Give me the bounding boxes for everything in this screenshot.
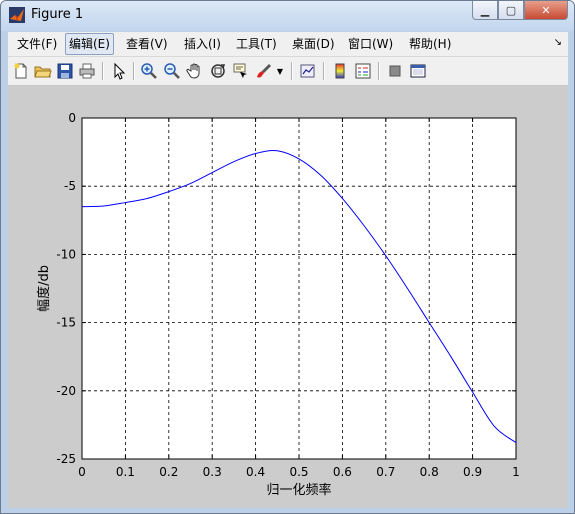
close-button[interactable]: ✕ bbox=[524, 1, 568, 20]
show-plot-tools-icon bbox=[410, 64, 426, 78]
save-button[interactable] bbox=[55, 61, 75, 81]
menu-overflow-icon[interactable]: ↘ bbox=[554, 37, 562, 48]
x-tick-label: 1 bbox=[512, 465, 520, 479]
x-tick-label: 0.7 bbox=[376, 465, 395, 479]
menu-desktop[interactable]: 桌面(D) bbox=[289, 35, 338, 53]
x-tick-label: 0.1 bbox=[116, 465, 135, 479]
link-plot-button[interactable] bbox=[298, 61, 318, 81]
zoom-in-button[interactable] bbox=[139, 61, 159, 81]
rotate-3d-icon bbox=[211, 64, 226, 78]
open-folder-icon bbox=[34, 66, 52, 78]
toolbar-separator bbox=[133, 62, 135, 80]
matlab-logo-icon bbox=[9, 7, 25, 23]
brush-button[interactable] bbox=[254, 61, 274, 81]
data-cursor-button[interactable] bbox=[231, 61, 251, 81]
toolbar-separator bbox=[102, 62, 104, 80]
line-chart[interactable]: 0 0.1 0.2 0.3 0.4 0.5 0.6 0.7 0.8 0.9 1 0 -5 -10 -15 -2… bbox=[8, 86, 568, 508]
zoom-in-icon bbox=[141, 63, 157, 79]
print-button[interactable] bbox=[77, 61, 97, 81]
new-file-button[interactable] bbox=[11, 61, 31, 81]
menu-view[interactable]: 查看(V) bbox=[123, 35, 171, 53]
zoom-out-button[interactable] bbox=[162, 61, 182, 81]
minimize-button[interactable]: ▁ bbox=[472, 1, 498, 20]
colorbar-button[interactable] bbox=[330, 61, 350, 81]
colorbar-icon bbox=[335, 63, 345, 79]
menu-insert[interactable]: 插入(I) bbox=[181, 35, 224, 53]
hide-plot-tools-icon bbox=[389, 65, 401, 77]
toolbar-separator bbox=[291, 62, 293, 80]
x-tick-label: 0.8 bbox=[420, 465, 439, 479]
maximize-icon: ▢ bbox=[505, 3, 517, 17]
y-tick-label: 0 bbox=[68, 111, 76, 125]
pointer-button[interactable] bbox=[109, 61, 129, 81]
x-tick-label: 0.5 bbox=[289, 465, 308, 479]
print-icon bbox=[79, 63, 95, 79]
new-file-icon bbox=[14, 63, 27, 79]
pan-button[interactable] bbox=[185, 61, 205, 81]
menu-window[interactable]: 窗口(W) bbox=[345, 35, 396, 53]
toolbar: ▼ bbox=[8, 57, 568, 86]
chevron-down-icon: ▼ bbox=[276, 66, 284, 76]
toolbar-separator bbox=[323, 62, 325, 80]
menu-help[interactable]: 帮助(H) bbox=[406, 35, 454, 53]
figure-window: Figure 1 ▁ ▢ ✕ 文件(F) 编辑(E) 查看(V) 插入(I) 工… bbox=[0, 0, 575, 514]
zoom-out-icon bbox=[164, 63, 180, 79]
menu-edit[interactable]: 编辑(E) bbox=[65, 33, 114, 55]
pointer-icon bbox=[114, 62, 126, 80]
pan-hand-icon bbox=[186, 63, 200, 79]
y-axis-label: 幅度/db bbox=[36, 265, 52, 312]
maximize-button[interactable]: ▢ bbox=[498, 1, 524, 20]
y-tick-label: -15 bbox=[56, 316, 76, 330]
save-icon bbox=[57, 63, 73, 79]
x-tick-label: 0 bbox=[78, 465, 86, 479]
data-cursor-icon bbox=[233, 63, 247, 78]
title-bar[interactable]: Figure 1 ▁ ▢ ✕ bbox=[1, 1, 574, 31]
brush-dropdown[interactable]: ▼ bbox=[274, 61, 286, 81]
legend-button[interactable] bbox=[353, 61, 373, 81]
window-title: Figure 1 bbox=[31, 7, 84, 22]
x-tick-label: 0.3 bbox=[203, 465, 222, 479]
x-tick-label: 0.6 bbox=[333, 465, 352, 479]
menu-tools[interactable]: 工具(T) bbox=[233, 35, 280, 53]
rotate-3d-button[interactable] bbox=[208, 61, 228, 81]
link-plot-icon bbox=[300, 64, 315, 78]
open-button[interactable] bbox=[33, 61, 53, 81]
x-tick-label: 0.9 bbox=[463, 465, 482, 479]
x-tick-label: 0.4 bbox=[246, 465, 265, 479]
x-axis-label: 归一化频率 bbox=[266, 482, 331, 498]
figure-canvas: 0 0.1 0.2 0.3 0.4 0.5 0.6 0.7 0.8 0.9 1 0 -5 -10 -15 -2… bbox=[8, 86, 568, 508]
toolbar-separator bbox=[378, 62, 380, 80]
brush-icon bbox=[257, 64, 271, 78]
y-tick-label: -5 bbox=[64, 179, 76, 193]
menu-file[interactable]: 文件(F) bbox=[14, 35, 60, 53]
close-icon: ✕ bbox=[541, 3, 551, 17]
legend-icon bbox=[355, 63, 371, 79]
y-tick-label: -20 bbox=[56, 384, 76, 398]
menu-bar: 文件(F) 编辑(E) 查看(V) 插入(I) 工具(T) 桌面(D) 窗口(W… bbox=[8, 32, 568, 57]
show-plot-tools-button[interactable] bbox=[408, 61, 428, 81]
hide-plot-tools-button[interactable] bbox=[385, 61, 405, 81]
y-tick-label: -10 bbox=[56, 247, 76, 261]
x-tick-label: 0.2 bbox=[159, 465, 178, 479]
y-tick-label: -25 bbox=[56, 452, 76, 466]
minimize-icon: ▁ bbox=[480, 3, 490, 17]
